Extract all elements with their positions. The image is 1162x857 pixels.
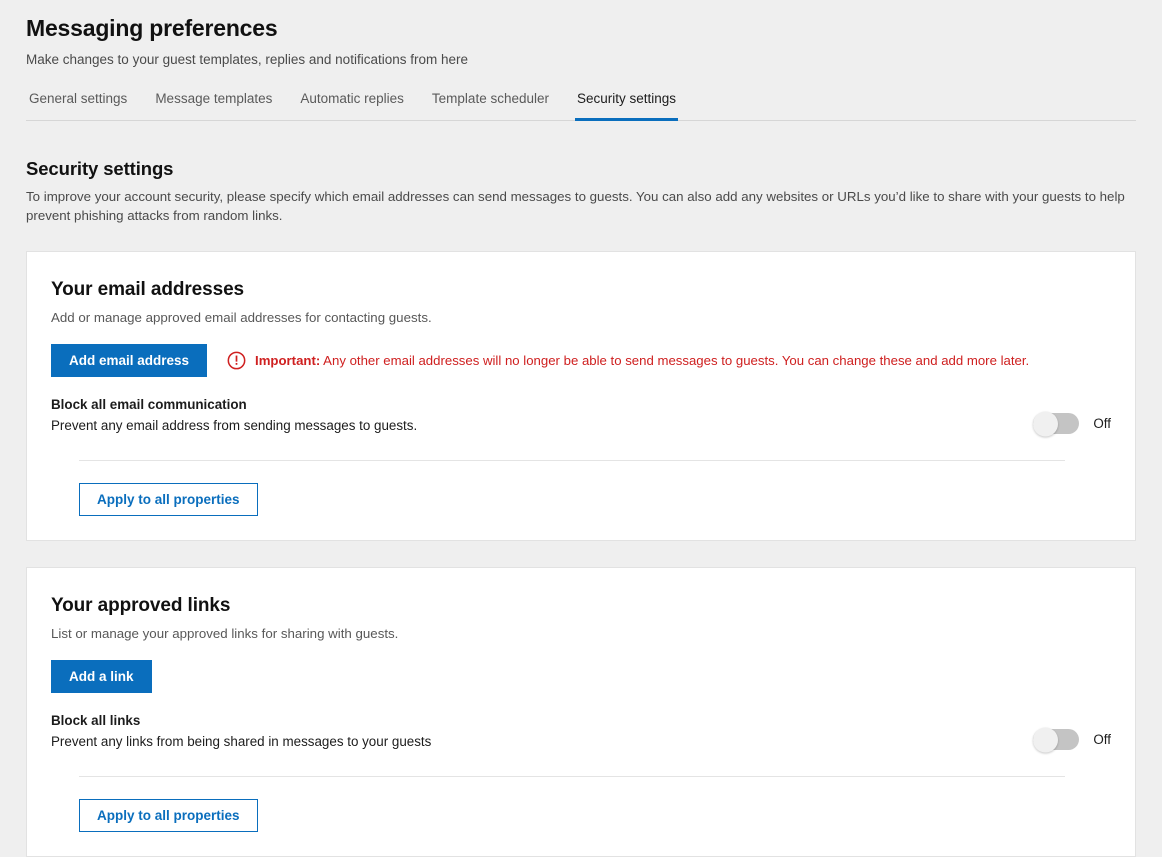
block-links-labels: Block all links Prevent any links from b… [51, 712, 431, 751]
approved-links-card: Your approved links List or manage your … [26, 567, 1136, 857]
page-subtitle: Make changes to your guest templates, re… [26, 42, 1136, 69]
block-email-toggle-state: Off [1093, 415, 1111, 432]
links-card-action-row: Add a link [51, 660, 1111, 693]
block-email-subtitle: Prevent any email address from sending m… [51, 413, 417, 435]
section-description: To improve your account security, please… [26, 180, 1136, 225]
links-card-title: Your approved links [51, 594, 1111, 617]
tab-message-templates[interactable]: Message templates [153, 90, 274, 121]
block-links-title: Block all links [51, 712, 431, 729]
links-apply-to-all-properties-button[interactable]: Apply to all properties [79, 799, 258, 832]
tab-security-settings[interactable]: Security settings [575, 90, 678, 121]
links-card-footer: Apply to all properties [51, 799, 1111, 832]
email-apply-to-all-properties-button[interactable]: Apply to all properties [79, 483, 258, 516]
tab-template-scheduler[interactable]: Template scheduler [430, 90, 551, 121]
security-settings-section-header: Security settings To improve your accoun… [26, 157, 1136, 225]
tab-bar: General settings Message templates Autom… [26, 90, 1136, 121]
warning-message: Important: Any other email addresses wil… [255, 352, 1029, 369]
block-email-toggle-switch[interactable] [1033, 413, 1079, 434]
tab-automatic-replies[interactable]: Automatic replies [298, 90, 406, 121]
tab-general-settings[interactable]: General settings [27, 90, 129, 121]
block-email-title: Block all email communication [51, 396, 417, 413]
links-card-divider [79, 776, 1065, 777]
email-card-divider [79, 460, 1065, 461]
page-title: Messaging preferences [26, 0, 1136, 42]
email-card-title: Your email addresses [51, 278, 1111, 301]
email-card-action-row: Add email address Important: Any other e… [51, 344, 1111, 377]
block-links-subtitle: Prevent any links from being shared in m… [51, 729, 431, 751]
email-card-footer: Apply to all properties [51, 483, 1111, 516]
email-important-warning: Important: Any other email addresses wil… [227, 351, 1029, 370]
block-links-toggle-state: Off [1093, 731, 1111, 748]
section-title: Security settings [26, 157, 1136, 180]
warning-label: Important: [255, 353, 320, 368]
email-card-description: Add or manage approved email addresses f… [51, 301, 1111, 327]
block-email-labels: Block all email communication Prevent an… [51, 396, 417, 435]
exclamation-circle-icon [227, 351, 246, 370]
warning-body: Any other email addresses will no longer… [320, 353, 1029, 368]
block-links-toggle-control: Off [1033, 729, 1111, 751]
toggle-knob [1033, 727, 1058, 752]
add-a-link-button[interactable]: Add a link [51, 660, 152, 693]
block-email-toggle-row: Block all email communication Prevent an… [51, 396, 1111, 435]
messaging-preferences-page: Messaging preferences Make changes to yo… [0, 0, 1162, 813]
toggle-knob [1033, 411, 1058, 436]
add-email-address-button[interactable]: Add email address [51, 344, 207, 377]
block-email-toggle-control: Off [1033, 413, 1111, 435]
block-links-toggle-switch[interactable] [1033, 729, 1079, 750]
block-links-toggle-row: Block all links Prevent any links from b… [51, 712, 1111, 751]
email-addresses-card: Your email addresses Add or manage appro… [26, 251, 1136, 541]
links-card-description: List or manage your approved links for s… [51, 617, 1111, 643]
